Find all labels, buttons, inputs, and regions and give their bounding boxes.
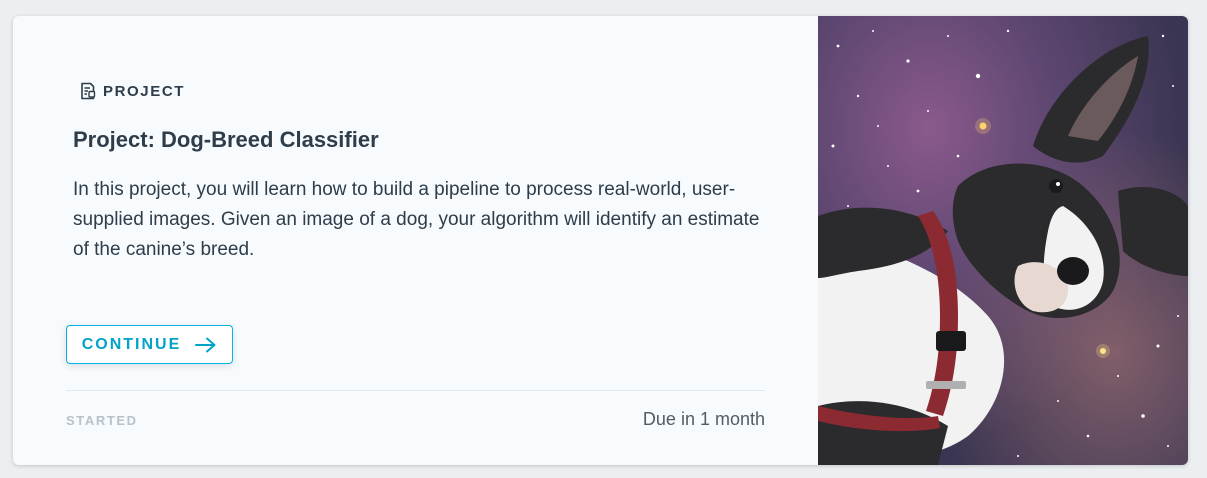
arrow-right-icon bbox=[195, 337, 217, 353]
eyebrow-label: PROJECT bbox=[103, 82, 186, 100]
continue-button[interactable]: CONTINUE bbox=[66, 325, 233, 364]
project-eyebrow: PROJECT bbox=[79, 82, 185, 100]
project-card: PROJECT Project: Dog-Breed Classifier In… bbox=[13, 16, 1188, 465]
card-content: PROJECT Project: Dog-Breed Classifier In… bbox=[13, 16, 818, 465]
due-date: Due in 1 month bbox=[642, 409, 765, 429]
status-label: STARTED bbox=[66, 413, 138, 428]
project-title: Project: Dog-Breed Classifier bbox=[73, 127, 379, 152]
project-document-icon bbox=[79, 82, 97, 100]
dog-in-space-photo bbox=[818, 16, 1188, 465]
project-description: In this project, you will learn how to b… bbox=[73, 179, 760, 260]
continue-label: CONTINUE bbox=[81, 335, 182, 353]
divider bbox=[66, 390, 765, 391]
